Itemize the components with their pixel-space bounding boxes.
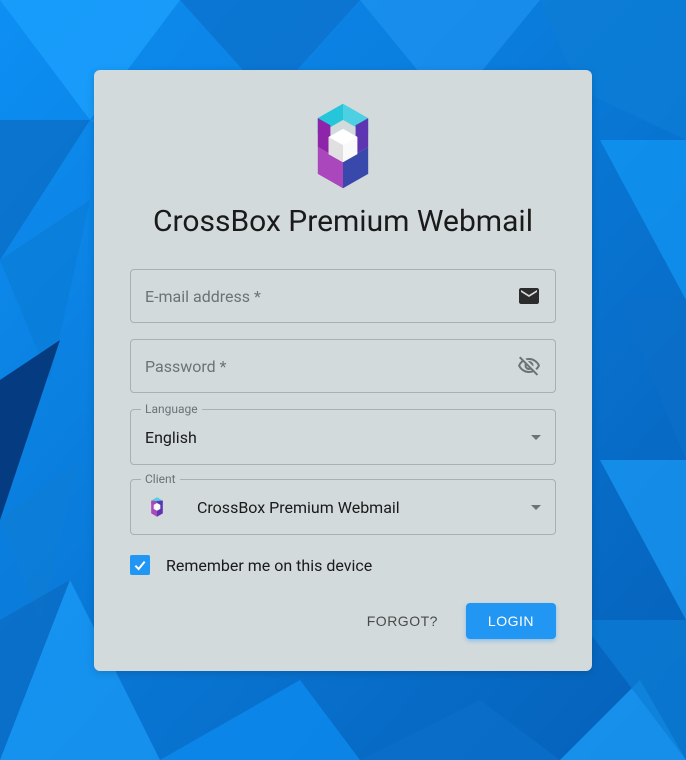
- forgot-button[interactable]: Forgot?: [367, 613, 438, 629]
- client-icon: [145, 495, 169, 519]
- mail-icon: [517, 284, 541, 308]
- client-value: CrossBox Premium Webmail: [197, 498, 517, 517]
- action-row: Forgot? Login: [130, 603, 556, 639]
- logo: [130, 98, 556, 194]
- email-label: E-mail address *: [145, 287, 517, 306]
- language-value: English: [145, 428, 517, 447]
- client-select[interactable]: Client CrossBox Premium Webmail: [130, 479, 556, 535]
- language-select[interactable]: Language English: [130, 409, 556, 465]
- visibility-off-icon[interactable]: [517, 354, 541, 378]
- remember-checkbox[interactable]: [130, 555, 150, 575]
- language-legend: Language: [141, 402, 202, 416]
- chevron-down-icon: [531, 505, 541, 510]
- login-button[interactable]: Login: [466, 603, 556, 639]
- password-field[interactable]: Password *: [130, 339, 556, 393]
- password-label: Password *: [145, 357, 517, 376]
- client-legend: Client: [141, 472, 180, 486]
- page-title: CrossBox Premium Webmail: [130, 202, 556, 241]
- chevron-down-icon: [531, 435, 541, 440]
- remember-label: Remember me on this device: [166, 556, 372, 575]
- email-field[interactable]: E-mail address *: [130, 269, 556, 323]
- remember-row: Remember me on this device: [130, 555, 556, 575]
- login-card: CrossBox Premium Webmail E-mail address …: [94, 70, 592, 671]
